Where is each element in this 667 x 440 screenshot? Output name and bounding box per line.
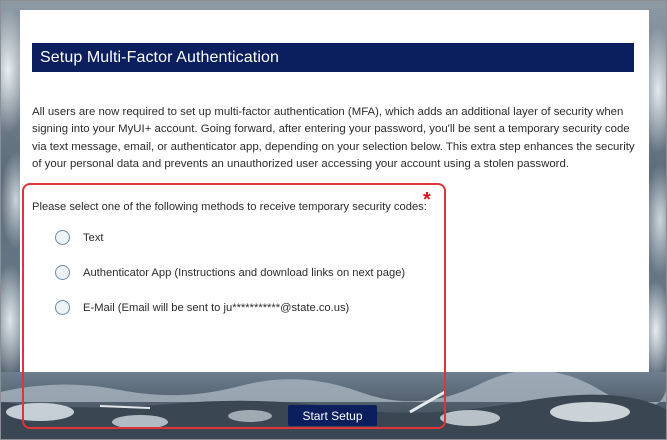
start-setup-button[interactable]: Start Setup xyxy=(288,405,377,426)
intro-paragraph: All users are now required to set up mul… xyxy=(32,106,635,171)
radio-text[interactable] xyxy=(55,230,70,245)
option-text[interactable]: Text xyxy=(55,230,104,245)
required-marker: * xyxy=(423,189,431,211)
method-prompt: Please select one of the following metho… xyxy=(32,201,427,213)
page-header: Setup Multi-Factor Authentication xyxy=(32,43,634,72)
option-email[interactable]: E-Mail (Email will be sent to ju********… xyxy=(55,300,349,315)
option-authenticator-app[interactable]: Authenticator App (Instructions and down… xyxy=(55,265,405,280)
option-email-label: E-Mail (Email will be sent to ju********… xyxy=(83,301,350,314)
radio-authenticator-app[interactable] xyxy=(55,265,70,280)
radio-email[interactable] xyxy=(55,300,70,315)
option-text-label: Text xyxy=(83,231,104,244)
option-authenticator-app-label: Authenticator App (Instructions and down… xyxy=(83,266,406,279)
page-title: Setup Multi-Factor Authentication xyxy=(40,48,279,66)
